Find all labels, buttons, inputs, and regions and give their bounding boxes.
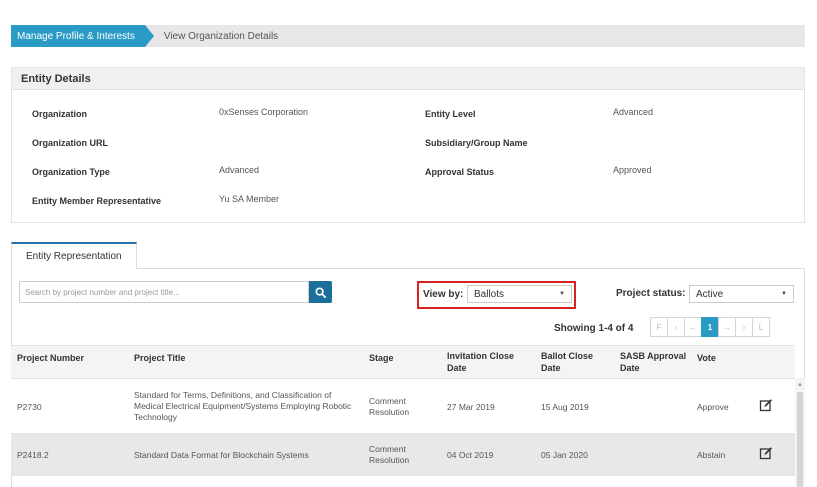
scroll-up-arrow-icon[interactable]: ▲ <box>797 382 803 388</box>
table-header: Project Number Project Title Stage Invit… <box>11 345 795 379</box>
ballot-close-date-cell: 05 Jan 2020 <box>541 450 588 460</box>
page-last-button[interactable]: L <box>752 317 770 337</box>
breadcrumb-manage-profile[interactable]: Manage Profile & Interests <box>11 25 154 47</box>
approval-status-value: Approved <box>613 165 652 175</box>
project-status-selected[interactable]: Active <box>696 289 723 300</box>
search-icon[interactable] <box>315 286 326 298</box>
column-header-stage[interactable]: Stage <box>369 352 394 364</box>
entity-member-representative-label: Entity Member Representative <box>32 196 162 206</box>
column-header-sasb-approval-date[interactable]: SASB Approval Date <box>620 350 690 374</box>
breadcrumb-manage-profile-label[interactable]: Manage Profile & Interests <box>17 31 135 42</box>
project-number-cell: P2730 <box>17 402 42 412</box>
subsidiary-group-name-label: Subsidiary/Group Name <box>425 138 528 148</box>
breadcrumb-current: View Organization Details <box>163 30 279 42</box>
vote-cell: Abstain <box>697 450 726 460</box>
chevron-down-icon[interactable]: ▼ <box>559 291 565 297</box>
tab-entity-representation[interactable]: Entity Representation <box>11 242 137 269</box>
vote-cell: Approve <box>697 402 729 412</box>
stage-cell: Comment Resolution <box>369 444 410 465</box>
table-row[interactable]: P2730 Standard for Terms, Definitions, a… <box>11 379 795 434</box>
showing-count: Showing 1-4 of 4 <box>554 323 634 334</box>
stage-cell: Comment Resolution <box>369 396 410 417</box>
tab-entity-representation-label[interactable]: Entity Representation <box>26 251 122 262</box>
invitation-close-date-cell: 04 Oct 2019 <box>447 450 494 460</box>
pagination: F ‹ ← 1 → › L <box>650 317 770 337</box>
entity-member-representative-value: Yu SA Member <box>219 194 280 204</box>
page-next-button[interactable]: → <box>718 317 736 337</box>
organization-label: Organization <box>32 109 88 119</box>
column-header-ballot-close-date[interactable]: Ballot Close Date <box>541 350 603 374</box>
project-title-cell: Standard Data Format for Blockchain Syst… <box>134 450 309 460</box>
project-status-select[interactable]: Active ▼ <box>689 285 794 303</box>
page-1-button[interactable]: 1 <box>701 317 719 337</box>
page-first-button[interactable]: F <box>650 317 668 337</box>
column-header-project-title[interactable]: Project Title <box>134 352 185 364</box>
column-header-vote[interactable]: Vote <box>697 352 716 364</box>
view-by-label: View by: <box>423 289 464 300</box>
page-prev-button[interactable]: ← <box>684 317 702 337</box>
ballot-close-date-cell: 15 Aug 2019 <box>541 402 589 412</box>
approval-status-label: Approval Status <box>425 167 495 177</box>
chevron-down-icon[interactable]: ▼ <box>781 291 787 297</box>
project-status-label: Project status: <box>616 288 686 299</box>
organization-type-value: Advanced <box>219 165 260 175</box>
edit-icon[interactable] <box>759 446 773 460</box>
organization-value: 0xSenses Corporation <box>219 107 309 117</box>
organization-url-label: Organization URL <box>32 138 108 148</box>
project-title-cell: Standard for Terms, Definitions, and Cla… <box>134 390 352 422</box>
page-prev-group-button[interactable]: ‹ <box>667 317 685 337</box>
organization-type-label: Organization Type <box>32 167 110 177</box>
search-input[interactable] <box>19 281 309 303</box>
invitation-close-date-cell: 27 Mar 2019 <box>447 402 495 412</box>
entity-details-title: Entity Details <box>12 68 804 90</box>
column-header-project-number[interactable]: Project Number <box>17 352 84 364</box>
search-button[interactable] <box>309 281 332 303</box>
view-by-selected[interactable]: Ballots <box>474 289 504 300</box>
view-by-select[interactable]: Ballots ▼ <box>467 285 572 303</box>
page-next-group-button[interactable]: › <box>735 317 753 337</box>
entity-level-label: Entity Level <box>425 109 476 119</box>
column-header-invitation-close-date[interactable]: Invitation Close Date <box>447 350 525 374</box>
breadcrumb: Manage Profile & Interests View Organiza… <box>11 25 805 47</box>
scrollbar-thumb[interactable] <box>797 392 803 487</box>
edit-icon[interactable] <box>759 398 773 412</box>
entity-level-value: Advanced <box>613 107 654 117</box>
table-row[interactable]: P2418.2 Standard Data Format for Blockch… <box>11 434 795 476</box>
project-number-cell: P2418.2 <box>17 450 49 460</box>
